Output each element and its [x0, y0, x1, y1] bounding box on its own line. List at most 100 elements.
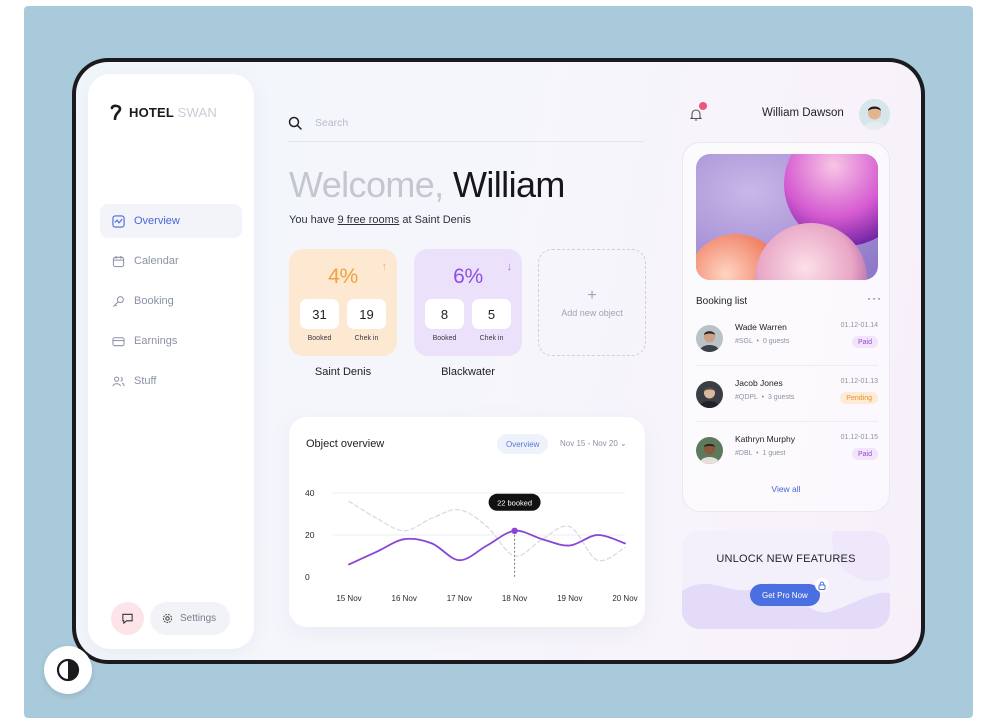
avatar [696, 325, 723, 352]
chat-icon [122, 613, 133, 625]
x-tick-label: 18 Nov [502, 594, 527, 603]
hotel-card-blackwater[interactable]: 6% ↓ 8 5 Booked Chek in [414, 249, 522, 356]
brand-name: HOTEL SWAN [129, 104, 217, 120]
checkin-count: 5 [472, 299, 511, 329]
settings-label: Settings [180, 613, 217, 624]
status-badge: Paid [851, 336, 878, 348]
add-new-object-button[interactable]: + Add new object [538, 249, 646, 356]
search-icon [288, 116, 302, 130]
sidebar-item-label: Booking [134, 295, 174, 307]
series-line-previous [348, 500, 626, 562]
avatar [696, 381, 723, 408]
key-icon [113, 295, 124, 307]
x-tick-label: 17 Nov [447, 594, 472, 603]
divider [696, 365, 878, 366]
booking-item[interactable]: Kathryn Murphy #DBL • 1 guest 01.12-01.1… [696, 433, 878, 469]
sidebar-item-calendar[interactable]: Calendar [100, 244, 242, 278]
sidebar-item-label: Stuff [134, 375, 157, 387]
y-tick-label: 20 [305, 530, 315, 540]
gear-icon [162, 613, 173, 624]
booking-dates: 01.12-01.15 [840, 434, 878, 441]
tooltip-label: 22 booked [497, 498, 532, 507]
view-all-link[interactable]: View all [683, 484, 889, 494]
guest-name: Kathryn Murphy [735, 434, 795, 444]
sidebar-item-earnings[interactable]: Earnings [100, 324, 242, 358]
search-input[interactable]: Search [315, 117, 348, 129]
notification-dot [699, 102, 707, 110]
sidebar-item-overview[interactable]: Overview [100, 204, 242, 238]
guest-name: Wade Warren [735, 322, 787, 332]
card-icon [112, 336, 125, 346]
users-icon [112, 376, 125, 386]
sidebar-bottom: Settings [111, 602, 231, 635]
page-title: Welcome, William [289, 164, 565, 205]
sidebar: HOTEL SWAN Overview Calendar Booking Ear… [88, 74, 254, 649]
decorative-waves [682, 531, 890, 629]
sidebar-item-label: Earnings [134, 335, 178, 347]
sidebar-item-label: Calendar [134, 255, 179, 267]
y-tick-label: 0 [305, 572, 310, 582]
unlock-title: UNLOCK NEW FEATURES [716, 553, 856, 565]
hero-image [696, 154, 878, 280]
avatar [696, 437, 723, 464]
chart-icon [112, 214, 125, 228]
theme-toggle-button[interactable] [44, 646, 92, 694]
x-tick-label: 19 Nov [557, 594, 582, 603]
free-rooms-link[interactable]: 9 free rooms [338, 214, 400, 226]
search-bar[interactable]: Search [288, 104, 644, 142]
sidebar-nav: Overview Calendar Booking Earnings Stuff [100, 204, 242, 404]
divider [696, 421, 878, 422]
user-name[interactable]: William Dawson [762, 107, 844, 119]
avatar[interactable] [859, 99, 890, 130]
booking-dates: 01.12-01.14 [840, 322, 878, 329]
highlight-point [511, 527, 518, 534]
unlock-features-card: UNLOCK NEW FEATURES Get Pro Now [682, 531, 890, 629]
booking-item[interactable]: Wade Warren #SGL • 0 guests 01.12-01.14 … [696, 321, 878, 357]
checkin-count: 19 [347, 299, 386, 329]
swan-logo-icon [110, 104, 122, 120]
hotel-name: Blackwater [441, 366, 495, 378]
guest-avatar-icon [696, 381, 723, 408]
get-pro-button[interactable]: Get Pro Now [750, 584, 820, 606]
settings-button[interactable]: Settings [150, 602, 231, 635]
dashboard-screen: HOTEL SWAN Overview Calendar Booking Ear… [76, 62, 921, 660]
arrow-down-icon: ↓ [506, 261, 513, 273]
booked-label: Booked [307, 335, 332, 342]
calendar-icon [112, 255, 125, 267]
booking-panel: Booking list ··· Wade Warren #SGL • 0 gu… [682, 142, 890, 512]
guest-name: Jacob Jones [735, 378, 783, 388]
more-options-button[interactable]: ··· [867, 291, 882, 305]
logo[interactable]: HOTEL SWAN [110, 104, 217, 120]
x-tick-label: 20 Nov [612, 594, 637, 603]
series-line-current [348, 529, 626, 566]
booking-item[interactable]: Jacob Jones #QDPL • 3 guests 01.12-01.13… [696, 377, 878, 413]
hotel-name: Saint Denis [314, 366, 372, 378]
user-avatar-icon [859, 99, 890, 130]
booking-meta: #SGL • 0 guests [735, 338, 790, 345]
booking-dates: 01.12-01.13 [840, 378, 878, 385]
add-object-label: Add new object [561, 307, 623, 318]
plus-icon: + [587, 286, 597, 304]
status-badge: Paid [851, 448, 878, 460]
sidebar-item-booking[interactable]: Booking [100, 284, 242, 318]
object-overview-card: Object overview Overview Nov 15 - Nov 20… [289, 417, 645, 627]
abstract-spheres-image [696, 154, 878, 280]
x-tick-label: 15 Nov [336, 594, 361, 603]
support-chat-button[interactable] [111, 602, 144, 635]
sidebar-item-stuff[interactable]: Stuff [100, 364, 242, 398]
booked-count: 8 [425, 299, 464, 329]
booked-count: 31 [300, 299, 339, 329]
booked-label: Booked [432, 335, 457, 342]
booking-meta: #DBL • 1 guest [735, 450, 786, 457]
free-rooms-subtitle: You have 9 free rooms at Saint Denis [289, 214, 471, 226]
booking-meta: #QDPL • 3 guests [735, 394, 795, 401]
notifications-button[interactable] [682, 100, 710, 128]
checkin-label: Chek in [479, 335, 504, 342]
guest-avatar-icon [696, 325, 723, 352]
sidebar-item-label: Overview [134, 215, 180, 227]
overview-line-chart: 0 20 40 15 Nov 16 Nov 17 Nov 18 Nov 19 Nov 20 No… [305, 488, 638, 603]
status-badge: Pending [840, 392, 878, 404]
hotel-card-saint-denis[interactable]: 4% ↑ 31 19 Booked Chek in [289, 249, 397, 356]
checkin-label: Chek in [354, 335, 379, 342]
arrow-up-icon: ↑ [381, 261, 388, 273]
